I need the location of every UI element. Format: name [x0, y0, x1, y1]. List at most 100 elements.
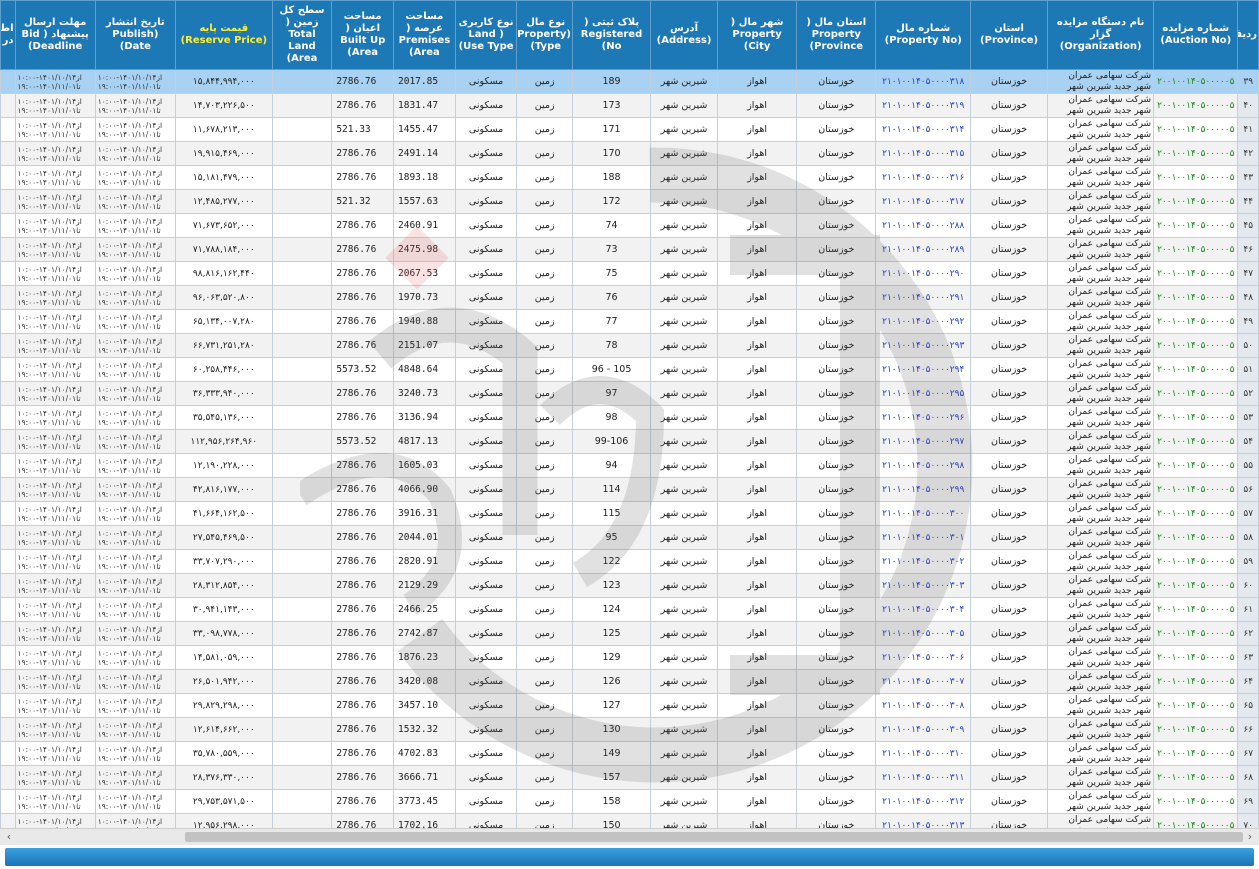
cell-property-type[interactable]: زمین	[516, 525, 573, 550]
cell-total-land[interactable]	[271, 765, 333, 790]
cell-land-use[interactable]: مسکونی	[454, 69, 518, 94]
cell-built-area[interactable]: 5573.52	[331, 429, 395, 454]
cell-address[interactable]: شیرین شهر	[650, 333, 718, 358]
cell-reserve-price[interactable]: ۳۶,۳۳۳,۹۴۰,۰۰۰	[174, 381, 273, 406]
cell-extra[interactable]	[0, 525, 16, 550]
cell-total-land[interactable]	[271, 693, 333, 718]
cell-row-number[interactable]: ۵۱	[1237, 357, 1259, 382]
cell-land-use[interactable]: مسکونی	[454, 597, 518, 622]
cell-extra[interactable]	[0, 333, 16, 358]
cell-property-no[interactable]: ۲۱۰۱۰۰۱۴۰۵۰۰۰۰۲۹۵	[875, 381, 972, 406]
cell-total-land[interactable]	[271, 597, 333, 622]
cell-province[interactable]: خوزستان	[970, 405, 1049, 430]
cell-premises-area[interactable]: 2129.29	[393, 573, 456, 598]
cell-extra[interactable]	[0, 213, 16, 238]
cell-property-type[interactable]: زمین	[516, 501, 573, 526]
cell-reserve-price[interactable]: ۶۰,۲۵۸,۴۴۶,۰۰۰	[174, 357, 273, 382]
cell-total-land[interactable]	[271, 261, 333, 286]
cell-built-area[interactable]: 2786.76	[331, 285, 395, 310]
cell-registered-no[interactable]: 127	[571, 693, 652, 718]
cell-reserve-price[interactable]: ۴۱,۶۶۴,۱۶۲,۵۰۰	[174, 501, 273, 526]
cell-property-type[interactable]: زمین	[516, 405, 573, 430]
cell-property-no[interactable]: ۲۱۰۱۰۰۱۴۰۵۰۰۰۰۳۰۲	[875, 549, 972, 574]
cell-extra[interactable]	[0, 549, 16, 574]
cell-property-no[interactable]: ۲۱۰۱۰۰۱۴۰۵۰۰۰۰۳۱۶	[875, 165, 972, 190]
cell-extra[interactable]	[0, 117, 16, 142]
cell-extra[interactable]	[0, 453, 16, 478]
cell-land-use[interactable]: مسکونی	[454, 549, 518, 574]
cell-property-city[interactable]: اهواز	[716, 813, 798, 828]
cell-organization[interactable]: شرکت سهامی عمران شهر جدید شیرین شهر	[1047, 741, 1155, 766]
cell-property-province[interactable]: خوزستان	[796, 213, 877, 238]
cell-property-city[interactable]: اهواز	[716, 789, 798, 814]
cell-province[interactable]: خوزستان	[970, 141, 1049, 166]
table-row[interactable]: ۶۴ ۲۰۰۱۰۰۱۴۰۵۰۰۰۰۰۵ شرکت سهامی عمران شهر ج…	[0, 669, 1259, 694]
cell-property-no[interactable]: ۲۱۰۱۰۰۱۴۰۵۰۰۰۰۲۸۸	[875, 213, 972, 238]
cell-deadline[interactable]: از۱۴۰۱/۱۰/۱۴-۱۰:۰۰ تا۱۴۰۱/۱۱/۰۱-۱۹:۰۰	[14, 357, 96, 382]
cell-property-province[interactable]: خوزستان	[796, 405, 877, 430]
table-row[interactable]: ۴۱ ۲۰۰۱۰۰۱۴۰۵۰۰۰۰۰۵ شرکت سهامی عمران شهر ج…	[0, 117, 1259, 142]
col-header-premises-area[interactable]: مساحت عرصه ( Premises Area)	[393, 0, 456, 70]
cell-publish-date[interactable]: از۱۴۰۱/۱۰/۱۴-۱۰:۰۰ تا۱۴۰۱/۱۱/۰۱-۱۹:۰۰	[94, 741, 176, 766]
cell-premises-area[interactable]: 1940.88	[393, 309, 456, 334]
cell-land-use[interactable]: مسکونی	[454, 765, 518, 790]
cell-property-province[interactable]: خوزستان	[796, 429, 877, 454]
cell-premises-area[interactable]: 2151.07	[393, 333, 456, 358]
cell-land-use[interactable]: مسکونی	[454, 285, 518, 310]
cell-built-area[interactable]: 2786.76	[331, 693, 395, 718]
cell-reserve-price[interactable]: ۲۹,۸۲۹,۲۹۸,۰۰۰	[174, 693, 273, 718]
cell-reserve-price[interactable]: ۷۱,۷۸۸,۱۸۴,۰۰۰	[174, 237, 273, 262]
cell-address[interactable]: شیرین شهر	[650, 573, 718, 598]
cell-publish-date[interactable]: از۱۴۰۱/۱۰/۱۴-۱۰:۰۰ تا۱۴۰۱/۱۱/۰۱-۱۹:۰۰	[94, 669, 176, 694]
cell-property-province[interactable]: خوزستان	[796, 741, 877, 766]
cell-registered-no[interactable]: 157	[571, 765, 652, 790]
cell-organization[interactable]: شرکت سهامی عمران شهر جدید شیرین شهر	[1047, 549, 1155, 574]
cell-organization[interactable]: شرکت سهامی عمران شهر جدید شیرین شهر	[1047, 669, 1155, 694]
table-row[interactable]: ۴۷ ۲۰۰۱۰۰۱۴۰۵۰۰۰۰۰۵ شرکت سهامی عمران شهر ج…	[0, 261, 1259, 286]
cell-total-land[interactable]	[271, 525, 333, 550]
cell-land-use[interactable]: مسکونی	[454, 693, 518, 718]
cell-auction-no[interactable]: ۲۰۰۱۰۰۱۴۰۵۰۰۰۰۰۵	[1153, 501, 1239, 526]
cell-organization[interactable]: شرکت سهامی عمران شهر جدید شیرین شهر	[1047, 261, 1155, 286]
cell-auction-no[interactable]: ۲۰۰۱۰۰۱۴۰۵۰۰۰۰۰۵	[1153, 93, 1239, 118]
col-header-publish-date[interactable]: تاریخ انتشار (Publish Date)	[94, 0, 176, 70]
cell-extra[interactable]	[0, 237, 16, 262]
col-header-reserve-price[interactable]: قیمت پایه (Reserve Price)	[174, 0, 273, 70]
cell-premises-area[interactable]: 1876.23	[393, 645, 456, 670]
cell-publish-date[interactable]: از۱۴۰۱/۱۰/۱۴-۱۰:۰۰ تا۱۴۰۱/۱۱/۰۱-۱۹:۰۰	[94, 789, 176, 814]
cell-deadline[interactable]: از۱۴۰۱/۱۰/۱۴-۱۰:۰۰ تا۱۴۰۱/۱۱/۰۱-۱۹:۰۰	[14, 645, 96, 670]
cell-address[interactable]: شیرین شهر	[650, 189, 718, 214]
cell-province[interactable]: خوزستان	[970, 669, 1049, 694]
cell-land-use[interactable]: مسکونی	[454, 645, 518, 670]
cell-property-type[interactable]: زمین	[516, 69, 573, 94]
cell-province[interactable]: خوزستان	[970, 765, 1049, 790]
cell-property-province[interactable]: خوزستان	[796, 333, 877, 358]
cell-province[interactable]: خوزستان	[970, 285, 1049, 310]
cell-premises-area[interactable]: 2475.98	[393, 237, 456, 262]
cell-publish-date[interactable]: از۱۴۰۱/۱۰/۱۴-۱۰:۰۰ تا۱۴۰۱/۱۱/۰۱-۱۹:۰۰	[94, 213, 176, 238]
cell-province[interactable]: خوزستان	[970, 261, 1049, 286]
cell-total-land[interactable]	[271, 189, 333, 214]
cell-reserve-price[interactable]: ۳۰,۹۴۱,۱۴۳,۰۰۰	[174, 597, 273, 622]
cell-organization[interactable]: شرکت سهامی عمران شهر جدید شیرین شهر	[1047, 573, 1155, 598]
cell-deadline[interactable]: از۱۴۰۱/۱۰/۱۴-۱۰:۰۰ تا۱۴۰۱/۱۱/۰۱-۱۹:۰۰	[14, 405, 96, 430]
col-header-row[interactable]: ردیف	[1237, 0, 1259, 70]
cell-property-no[interactable]: ۲۱۰۱۰۰۱۴۰۵۰۰۰۰۳۰۹	[875, 717, 972, 742]
cell-address[interactable]: شیرین شهر	[650, 597, 718, 622]
cell-address[interactable]: شیرین شهر	[650, 765, 718, 790]
col-header-province[interactable]: استان (Province)	[970, 0, 1049, 70]
cell-registered-no[interactable]: 115	[571, 501, 652, 526]
cell-organization[interactable]: شرکت سهامی عمران شهر جدید شیرین شهر	[1047, 525, 1155, 550]
col-header-property-no[interactable]: شماره مال (Property No)	[875, 0, 972, 70]
cell-property-no[interactable]: ۲۱۰۱۰۰۱۴۰۵۰۰۰۰۳۱۲	[875, 789, 972, 814]
cell-province[interactable]: خوزستان	[970, 741, 1049, 766]
cell-reserve-price[interactable]: ۱۵,۱۸۱,۴۷۹,۰۰۰	[174, 165, 273, 190]
cell-auction-no[interactable]: ۲۰۰۱۰۰۱۴۰۵۰۰۰۰۰۵	[1153, 141, 1239, 166]
cell-property-city[interactable]: اهواز	[716, 501, 798, 526]
cell-extra[interactable]	[0, 477, 16, 502]
cell-deadline[interactable]: از۱۴۰۱/۱۰/۱۴-۱۰:۰۰ تا۱۴۰۱/۱۱/۰۱-۱۹:۰۰	[14, 165, 96, 190]
col-header-organization[interactable]: نام دستگاه مزایده گزار (Organization)	[1047, 0, 1155, 70]
cell-row-number[interactable]: ۶۲	[1237, 621, 1259, 646]
cell-address[interactable]: شیرین شهر	[650, 453, 718, 478]
cell-registered-no[interactable]: 124	[571, 597, 652, 622]
